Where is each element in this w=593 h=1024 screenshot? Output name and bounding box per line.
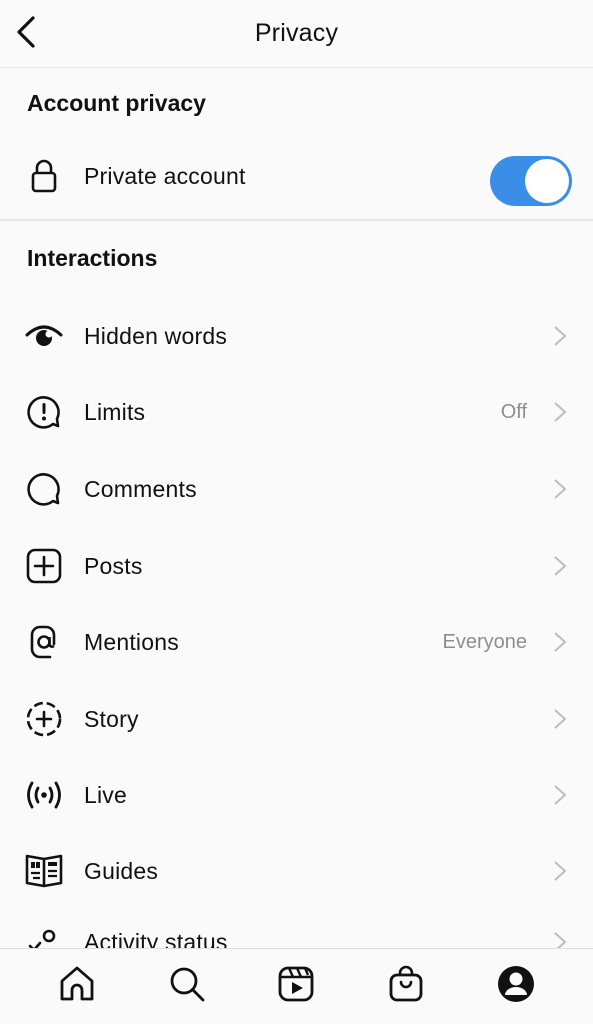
chevron-right-icon: [554, 326, 567, 346]
chevron-right-icon: [554, 861, 567, 881]
toggle-knob: [525, 159, 569, 203]
tab-profile[interactable]: [491, 959, 541, 1009]
story-add-icon: [24, 699, 64, 739]
menu-item-label: Live: [84, 781, 127, 808]
divider: [0, 219, 593, 221]
tab-reels[interactable]: [271, 959, 321, 1009]
menu-item-value: Off: [500, 400, 527, 423]
activity-status-icon: [24, 922, 64, 948]
home-icon: [60, 966, 94, 1000]
tab-home[interactable]: [52, 959, 102, 1009]
chevron-right-icon: [554, 785, 567, 805]
page-title: Privacy: [254, 19, 339, 47]
activity-status-clip: Activity status: [0, 920, 593, 948]
profile-icon: [498, 965, 535, 1002]
chevron-right-icon: [554, 402, 567, 422]
add-post-icon: [24, 546, 64, 586]
live-icon: [24, 775, 64, 815]
chevron-right-icon: [554, 479, 567, 499]
guides-icon: [24, 851, 64, 891]
menu-item-limits[interactable]: Limits Off: [0, 382, 593, 442]
section-title-account-privacy: Account privacy: [27, 90, 206, 116]
tab-search[interactable]: [162, 959, 212, 1009]
menu-item-label: Mentions: [84, 628, 179, 655]
chevron-right-icon: [554, 556, 567, 576]
menu-item-mentions[interactable]: Mentions Everyone: [0, 612, 593, 672]
at-sign-icon: [24, 622, 64, 662]
menu-item-posts[interactable]: Posts: [0, 536, 593, 596]
chevron-right-icon: [554, 632, 567, 652]
chevron-right-icon: [554, 709, 567, 729]
chevron-right-icon: [554, 932, 567, 948]
lock-icon: [24, 156, 64, 196]
reels-icon: [279, 966, 314, 1001]
comment-icon: [24, 469, 64, 509]
menu-item-activity-status[interactable]: Activity status: [0, 920, 593, 948]
header: Privacy: [0, 0, 593, 68]
menu-item-label: Activity status: [84, 928, 228, 949]
menu-item-label: Hidden words: [84, 322, 228, 349]
menu-item-label: Guides: [84, 857, 159, 884]
private-account-label: Private account: [84, 162, 246, 189]
shop-bag-icon: [389, 965, 423, 1001]
menu-item-label: Comments: [84, 475, 197, 502]
menu-item-label: Story: [84, 705, 139, 732]
menu-item-value: Everyone: [442, 630, 528, 653]
menu-item-live[interactable]: Live: [0, 765, 593, 825]
tab-shop[interactable]: [381, 959, 431, 1009]
section-title-interactions: Interactions: [27, 245, 158, 271]
menu-item-label: Posts: [84, 552, 143, 579]
private-account-toggle[interactable]: [490, 156, 572, 206]
menu-item-comments[interactable]: Comments: [0, 459, 593, 519]
search-icon: [170, 967, 205, 1001]
chevron-left-icon: [17, 16, 35, 48]
hidden-words-icon: [24, 316, 64, 356]
menu-item-guides[interactable]: Guides: [0, 841, 593, 901]
menu-item-story[interactable]: Story: [0, 689, 593, 749]
menu-item-label: Limits: [84, 398, 146, 425]
limits-icon: [24, 392, 64, 432]
bottom-tab-bar: [0, 948, 593, 1024]
back-button[interactable]: [10, 14, 42, 50]
menu-item-hidden-words[interactable]: Hidden words: [0, 306, 593, 366]
